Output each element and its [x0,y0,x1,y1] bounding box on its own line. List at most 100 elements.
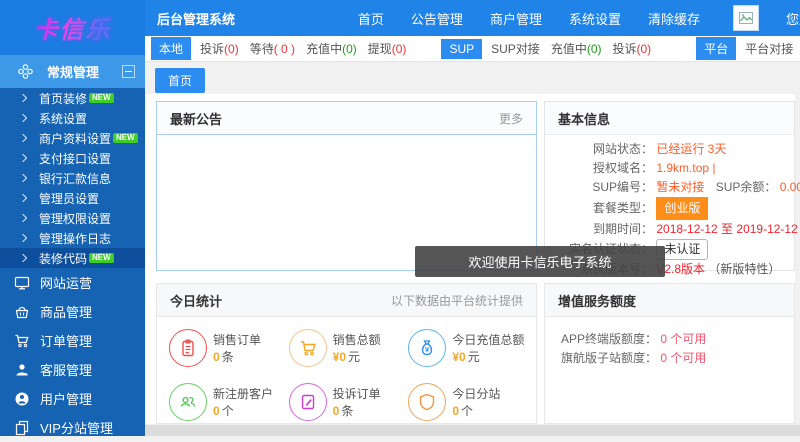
tag-local[interactable]: 本地 [151,37,191,60]
shield-icon [417,392,437,412]
status-subbar: 本地 投诉(0) 等待( 0 ) 充值中(0) 提现(0) SUP SUP对接 … [145,36,800,62]
sup-balance-value: 0.000 元 [780,180,800,194]
site-status-row: 网站状态： 已经运行 3天 [545,140,794,159]
basket-icon [14,304,30,320]
local-waiting[interactable]: 等待( 0 ) [250,40,295,57]
chevron-right-icon [19,174,27,182]
sidebar-section-user-mgmt[interactable]: 用户管理 [0,384,145,413]
user-greeting: 您好 [786,9,800,28]
stat-new-customers: 新注册客户 0个 [169,383,289,421]
broken-image-icon [738,10,754,26]
sidebar-item-admin-logs[interactable]: 管理操作日志 [0,228,145,248]
site-status-value: 已经运行 3天 [656,142,726,156]
nav-home[interactable]: 首页 [358,9,384,28]
chevron-right-icon [19,114,27,122]
sidebar-section-product-mgmt[interactable]: 商品管理 [0,297,145,326]
support-person-icon [14,362,30,378]
sup-recharging[interactable]: 充值中(0) [551,40,602,57]
today-stats-title: 今日统计 [170,291,222,310]
tag-sup[interactable]: SUP [441,39,482,59]
sidebar-item-payment-interface[interactable]: 支付接口设置 [0,148,145,168]
copy-icon [14,420,30,436]
sup-id-row: SUP编号： 暂未对接 SUP余额： 0.000 元 [545,178,794,197]
basic-info-title: 基本信息 [558,109,610,128]
app-terminal-quota-value: 0 个可用 [660,332,706,346]
new-badge: NEW [89,253,114,263]
tag-platform[interactable]: 平台 [696,37,736,60]
top-header-bar: 后台管理系统 首页 公告管理 商户管理 系统设置 清除缓存 您好 [145,0,800,36]
app-terminal-quota-row: APP终端版额度： 0 个可用 [545,330,794,349]
chevron-right-icon [19,94,27,102]
people-icon [178,392,198,412]
new-features-link[interactable]: （新版特性） [708,262,780,276]
chevron-right-icon [19,194,27,202]
sidebar: 常规管理 首页装修NEW 系统设置 商户资料设置NEW 支付接口设置 银行汇款信… [0,55,145,436]
nav-announcement-mgmt[interactable]: 公告管理 [411,9,463,28]
sidebar-item-homepage-decorate[interactable]: 首页装修NEW [0,88,145,108]
chevron-right-icon [19,254,27,262]
new-badge: NEW [113,133,138,143]
stat-today-recharge-total: 今日充值总额 ¥0元 [408,329,528,367]
plan-type-row: 套餐类型： 创业版 [545,197,794,220]
complaint-doc-icon [298,392,318,412]
new-badge: NEW [89,93,114,103]
quota-title: 增值服务额度 [558,291,636,310]
nav-system-settings[interactable]: 系统设置 [569,9,621,28]
cart-icon [14,333,30,349]
sidebar-section-general-mgmt[interactable]: 常规管理 [0,55,145,88]
sup-complaint[interactable]: 投诉(0) [613,40,652,57]
clover-icon [18,64,33,79]
local-withdraw[interactable]: 提现(0) [368,40,407,57]
expiry-date-row: 到期时间： 2018-12-12 至 2019-12-12 [545,220,794,239]
chevron-right-icon [19,154,27,162]
expiry-date-value: 2018-12-12 至 2019-12-12 [656,222,797,236]
user-icon [14,391,30,407]
platform-link[interactable]: 平台对接 [745,40,793,57]
value-added-quota-panel: 增值服务额度 APP终端版额度： 0 个可用 旗航版子站额度： 0 个可用 [544,283,795,424]
sidebar-section-customer-service[interactable]: 客服管理 [0,355,145,384]
stats-grid: 销售订单 0条 销售总额 ¥0元 [157,317,536,421]
quota-body: APP终端版额度： 0 个可用 旗航版子站额度： 0 个可用 [545,317,794,368]
licensed-domain-value: 1.9km.top | [656,161,715,175]
flagship-substation-quota-row: 旗航版子站额度： 0 个可用 [545,349,794,368]
system-title: 后台管理系统 [157,9,235,28]
nav-merchant-mgmt[interactable]: 商户管理 [490,9,542,28]
more-link[interactable]: 更多 [499,110,523,127]
announcement-title: 最新公告 [170,109,222,128]
welcome-toast: 欢迎使用卡信乐电子系统 [415,246,665,277]
stat-complaint-orders: 投诉订单 0条 [289,383,409,421]
sidebar-item-system-settings[interactable]: 系统设置 [0,108,145,128]
plan-type-badge: 创业版 [656,197,708,220]
clipboard-icon [178,338,198,358]
app-logo[interactable]: 卡信乐 [0,0,145,55]
avatar[interactable] [733,5,759,31]
sup-link[interactable]: SUP对接 [491,40,540,57]
sidebar-section-order-mgmt[interactable]: 订单管理 [0,326,145,355]
stat-sales-total: 销售总额 ¥0元 [289,329,409,367]
stat-today-substations: 今日分站 0个 [408,383,528,421]
local-complaint[interactable]: 投诉(0) [200,40,239,57]
collapse-icon[interactable] [122,65,135,78]
chevron-right-icon [19,134,27,142]
sidebar-item-admin-settings[interactable]: 管理员设置 [0,188,145,208]
monitor-icon [14,275,30,291]
top-nav: 首页 公告管理 商户管理 系统设置 清除缓存 您好 [358,5,800,31]
flagship-substation-quota-value: 0 个可用 [660,351,706,365]
chevron-right-icon [19,234,27,242]
chevron-right-icon [19,214,27,222]
sidebar-item-decorate-code[interactable]: 装修代码NEW [0,248,145,268]
tab-home[interactable]: 首页 [155,68,205,93]
sidebar-item-merchant-profile[interactable]: 商户资料设置NEW [0,128,145,148]
local-recharging[interactable]: 充值中(0) [306,40,357,57]
sidebar-item-admin-permissions[interactable]: 管理权限设置 [0,208,145,228]
cart-icon [298,338,318,358]
today-stats-panel: 今日统计 以下数据由平台统计提供 销售订单 0条 [156,283,537,424]
nav-clear-cache[interactable]: 清除缓存 [648,9,700,28]
sidebar-section-vip-substation[interactable]: VIP分站管理 [0,413,145,442]
sup-id-value: 暂未对接 [656,180,704,194]
sidebar-item-bank-transfer-info[interactable]: 银行汇款信息 [0,168,145,188]
bottom-strip [145,425,800,436]
logo-text: 卡信乐 [34,10,112,45]
sidebar-section-site-operation[interactable]: 网站运营 [0,268,145,297]
licensed-domain-row: 授权域名： 1.9km.top | [545,159,794,178]
